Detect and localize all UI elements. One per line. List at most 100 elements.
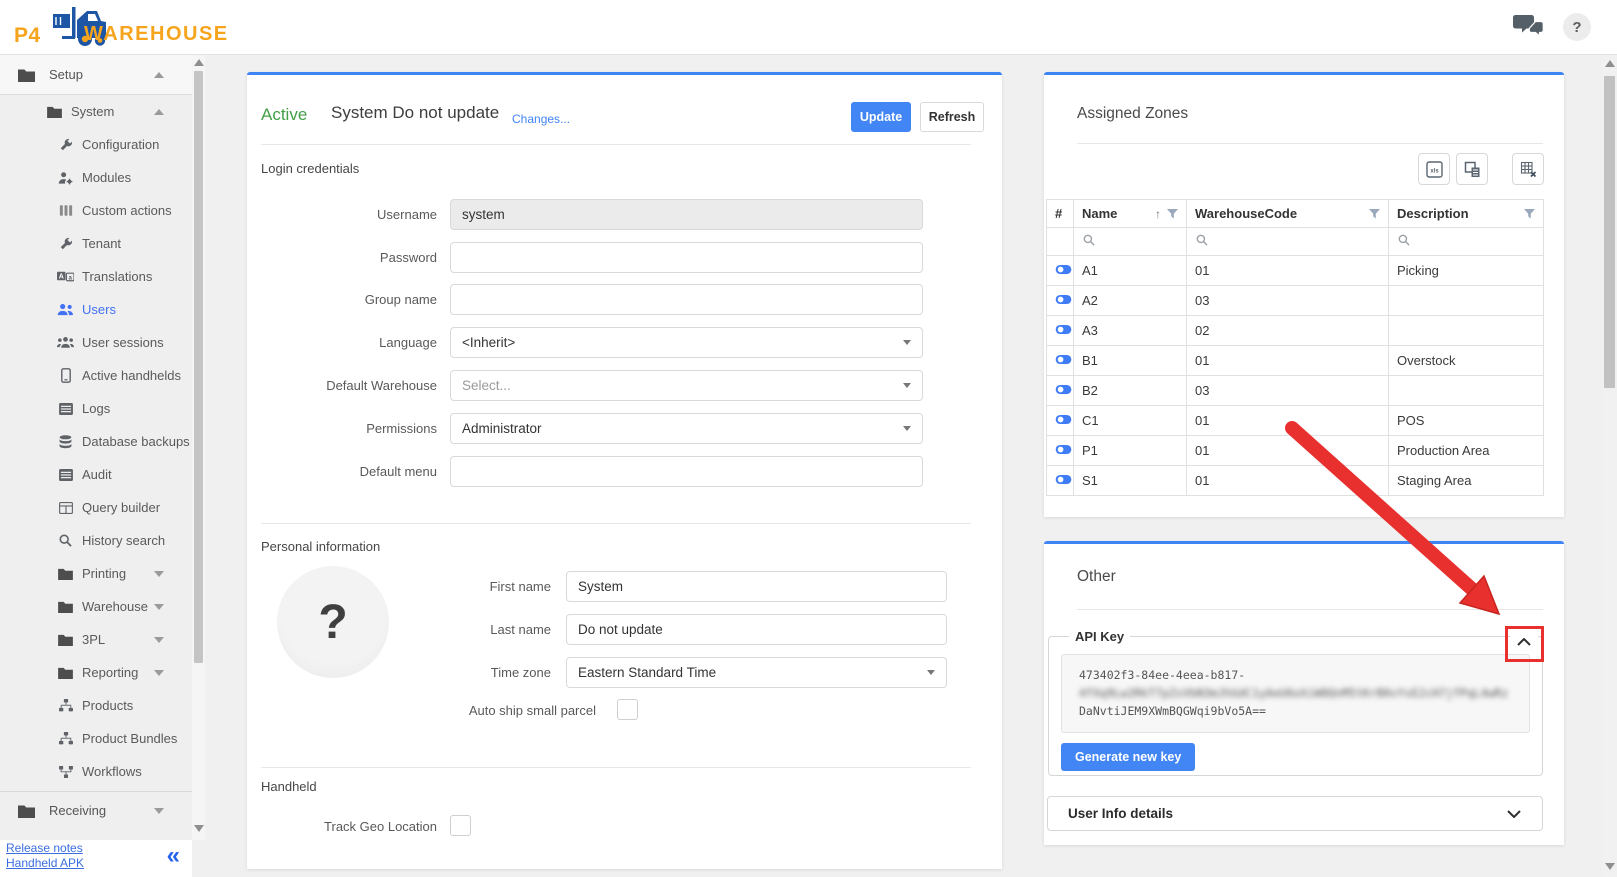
table-row[interactable]: P101Production Area bbox=[1047, 436, 1544, 466]
row-toggle-cell[interactable] bbox=[1047, 436, 1074, 466]
sidebar-item-3pl[interactable]: 3PL bbox=[0, 623, 192, 656]
group-name-input[interactable] bbox=[450, 284, 923, 315]
sidebar-item-history-search[interactable]: History search bbox=[0, 524, 192, 557]
chevron-down-icon[interactable] bbox=[154, 670, 164, 676]
clear-grid-button[interactable] bbox=[1512, 153, 1544, 185]
time-zone-select[interactable]: Eastern Standard Time bbox=[566, 657, 947, 688]
sidebar-item-logs[interactable]: Logs bbox=[0, 392, 192, 425]
code-filter-cell[interactable] bbox=[1187, 228, 1389, 256]
sidebar-item-receiving[interactable]: Receiving bbox=[0, 792, 192, 829]
sidebar-item-modules[interactable]: Modules bbox=[0, 161, 192, 194]
sort-ascending-icon[interactable]: ↑ bbox=[1155, 207, 1161, 221]
chevron-down-icon[interactable] bbox=[154, 637, 164, 643]
scroll-up-arrow-icon[interactable] bbox=[194, 59, 204, 66]
sidebar-collapse-icon[interactable]: « bbox=[167, 842, 180, 870]
sidebar-item-audit[interactable]: Audit bbox=[0, 458, 192, 491]
generate-new-key-button[interactable]: Generate new key bbox=[1061, 743, 1195, 771]
sidebar-scrollbar-thumb[interactable] bbox=[194, 71, 203, 663]
language-select[interactable]: <Inherit> bbox=[450, 327, 923, 358]
window-scrollbar-thumb[interactable] bbox=[1604, 76, 1615, 388]
password-input[interactable] bbox=[450, 242, 923, 273]
table-row[interactable]: B101Overstock bbox=[1047, 346, 1544, 376]
chevron-up-icon[interactable] bbox=[154, 109, 164, 115]
sidebar-item-products[interactable]: Products bbox=[0, 689, 192, 722]
first-name-input[interactable] bbox=[566, 571, 947, 602]
sidebar-scrollbar[interactable] bbox=[192, 55, 205, 840]
row-toggle-cell[interactable] bbox=[1047, 286, 1074, 316]
table-row[interactable]: B203 bbox=[1047, 376, 1544, 406]
sidebar-item-setup[interactable]: Setup bbox=[0, 55, 192, 95]
sitemap-icon bbox=[57, 732, 74, 745]
track-geo-checkbox[interactable] bbox=[450, 815, 471, 836]
desc-filter-cell[interactable] bbox=[1389, 228, 1544, 256]
row-toggle-cell[interactable] bbox=[1047, 316, 1074, 346]
sidebar-item-translations[interactable]: Aa Translations bbox=[0, 260, 192, 293]
col-header-warehousecode[interactable]: WarehouseCode bbox=[1187, 200, 1389, 228]
table-row[interactable]: C101POS bbox=[1047, 406, 1544, 436]
filter-funnel-icon[interactable] bbox=[1523, 209, 1535, 219]
table-row[interactable]: A101Picking bbox=[1047, 256, 1544, 286]
sidebar-footer: Release notes Handheld APK « bbox=[0, 840, 192, 877]
default-menu-input[interactable] bbox=[450, 456, 923, 487]
sidebar-item-custom-actions[interactable]: Custom actions bbox=[0, 194, 192, 227]
column-chooser-button[interactable] bbox=[1456, 153, 1488, 185]
name-filter-cell[interactable] bbox=[1074, 228, 1187, 256]
scroll-up-arrow-icon[interactable] bbox=[1605, 60, 1615, 67]
default-menu-row: Default menu bbox=[261, 456, 961, 487]
sidebar-item-users[interactable]: Users bbox=[0, 293, 192, 326]
chevron-down-icon[interactable] bbox=[154, 604, 164, 610]
row-toggle-cell[interactable] bbox=[1047, 346, 1074, 376]
chevron-down-icon[interactable] bbox=[154, 571, 164, 577]
sidebar-item-label: Users bbox=[82, 302, 116, 317]
sidebar-item-database-backups[interactable]: Database backups bbox=[0, 425, 192, 458]
window-scrollbar[interactable] bbox=[1602, 55, 1617, 877]
user-info-details-expander[interactable]: User Info details bbox=[1047, 796, 1543, 831]
username-input[interactable] bbox=[450, 199, 923, 230]
col-header-index[interactable]: # bbox=[1047, 200, 1074, 228]
default-warehouse-select[interactable]: Select... bbox=[450, 370, 923, 401]
chevron-up-icon[interactable] bbox=[154, 72, 164, 78]
chat-button[interactable] bbox=[1511, 12, 1545, 42]
row-toggle-cell[interactable] bbox=[1047, 466, 1074, 496]
filter-funnel-icon[interactable] bbox=[1166, 209, 1178, 219]
chevron-down-icon[interactable] bbox=[154, 808, 164, 814]
sidebar-item-label: Custom actions bbox=[82, 203, 172, 218]
col-header-name[interactable]: Name ↑ bbox=[1074, 200, 1187, 228]
row-toggle-cell[interactable] bbox=[1047, 376, 1074, 406]
row-toggle-cell[interactable] bbox=[1047, 256, 1074, 286]
section-divider bbox=[1077, 609, 1543, 610]
table-row[interactable]: A302 bbox=[1047, 316, 1544, 346]
sidebar-item-user-sessions[interactable]: User sessions bbox=[0, 326, 192, 359]
permissions-select[interactable]: Administrator bbox=[450, 413, 923, 444]
row-toggle-cell[interactable] bbox=[1047, 406, 1074, 436]
sidebar-item-printing[interactable]: Printing bbox=[0, 557, 192, 590]
refresh-button[interactable]: Refresh bbox=[920, 102, 984, 132]
workflow-icon bbox=[57, 766, 74, 778]
last-name-input[interactable] bbox=[566, 614, 947, 645]
filter-funnel-icon[interactable] bbox=[1368, 209, 1380, 219]
sidebar-item-workflows[interactable]: Workflows bbox=[0, 755, 192, 788]
col-header-description[interactable]: Description bbox=[1389, 200, 1544, 228]
api-key-value-box: 473402f3-84ee-4eea-b817- 4fXq9Lw2RkT7pZs… bbox=[1061, 654, 1530, 733]
sidebar-item-configuration[interactable]: Configuration bbox=[0, 128, 192, 161]
sidebar-item-product-bundles[interactable]: Product Bundles bbox=[0, 722, 192, 755]
app-logo[interactable]: P4 WAREHOUSE bbox=[14, 6, 244, 50]
table-row[interactable]: S101Staging Area bbox=[1047, 466, 1544, 496]
sidebar-item-active-handhelds[interactable]: Active handhelds bbox=[0, 359, 192, 392]
handheld-apk-link[interactable]: Handheld APK bbox=[6, 856, 192, 870]
help-button[interactable]: ? bbox=[1563, 12, 1591, 42]
sidebar-item-reporting[interactable]: Reporting bbox=[0, 656, 192, 689]
sidebar-item-query-builder[interactable]: Query builder bbox=[0, 491, 192, 524]
sidebar-item-system[interactable]: System bbox=[0, 95, 192, 128]
scroll-down-arrow-icon[interactable] bbox=[1605, 863, 1615, 870]
scroll-down-arrow-icon[interactable] bbox=[194, 825, 204, 832]
auto-ship-checkbox[interactable] bbox=[617, 699, 638, 720]
sidebar-item-warehouse[interactable]: Warehouse bbox=[0, 590, 192, 623]
table-row[interactable]: A203 bbox=[1047, 286, 1544, 316]
changes-link[interactable]: Changes... bbox=[512, 112, 570, 126]
sidebar-item-tenant[interactable]: Tenant bbox=[0, 227, 192, 260]
release-notes-link[interactable]: Release notes bbox=[6, 841, 192, 855]
group-name-row: Group name bbox=[261, 284, 961, 315]
update-button[interactable]: Update bbox=[851, 102, 911, 132]
export-xlsx-button[interactable]: xls bbox=[1418, 153, 1450, 185]
